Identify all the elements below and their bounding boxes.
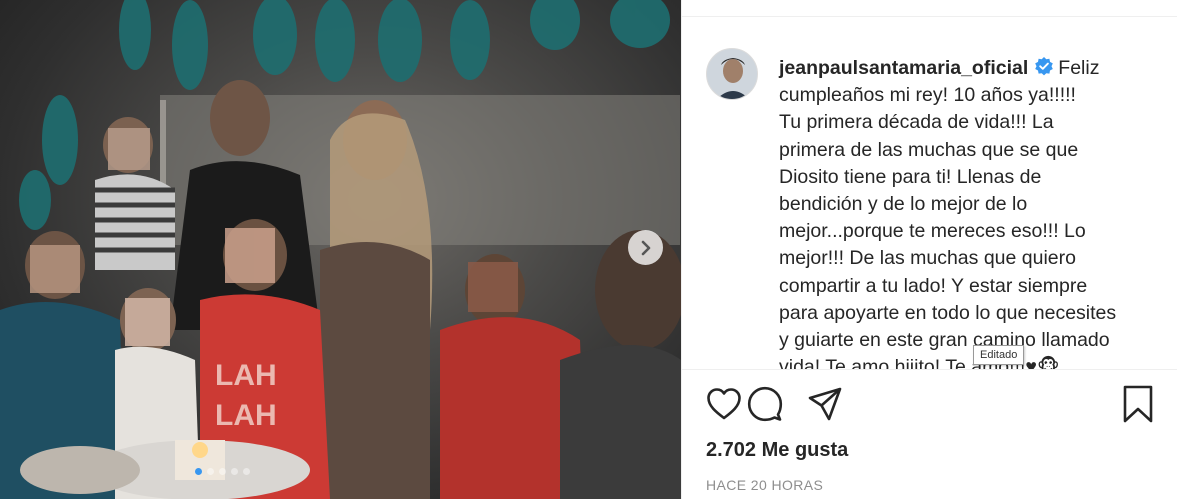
caption-line: y guiarte en este gran camino llamado [779, 329, 1110, 352]
post-actions [704, 384, 1156, 424]
save-button[interactable] [1118, 384, 1158, 424]
caption-line: mejor!!! De las muchas que quiero [779, 247, 1076, 270]
carousel-dot [231, 468, 238, 475]
caption-line: Tu primera década de vida!!! La [779, 111, 1054, 134]
next-slide-button[interactable] [628, 230, 663, 265]
verified-badge-icon [1035, 57, 1054, 76]
carousel-dot [219, 468, 226, 475]
comment-button[interactable] [745, 384, 785, 424]
party-photo-illustration: LAH LAH [0, 0, 681, 499]
carousel-indicator [195, 468, 250, 475]
carousel-dot [243, 468, 250, 475]
post-timestamp[interactable]: HACE 20 HORAS [706, 477, 823, 493]
caption-scroll-area[interactable]: jeanpaulsantamaria_oficial Feliz cumpleañ… [682, 17, 1177, 369]
share-button[interactable] [805, 384, 845, 424]
like-button[interactable] [704, 384, 744, 424]
paper-plane-icon [808, 387, 842, 421]
bookmark-icon [1123, 385, 1153, 423]
post-caption: jeanpaulsantamaria_oficial Feliz cumpleañ… [779, 55, 1151, 369]
svg-text:LAH: LAH [215, 399, 277, 432]
profile-photo [707, 49, 757, 99]
svg-text:LAH: LAH [215, 359, 277, 392]
edited-tooltip: Editado [973, 345, 1025, 365]
likes-count[interactable]: 2.702 Me gusta [706, 439, 848, 462]
heart-icon [707, 388, 741, 420]
caption-line: primera de las muchas que se que [779, 138, 1079, 161]
chevron-right-icon [641, 240, 650, 255]
caption-line: cumpleaños mi rey! 10 años ya!!!!! [779, 84, 1076, 107]
caption-line: bendición y de lo mejor de lo [779, 193, 1028, 216]
caption-line: mejor...porque te mereces eso!!! Lo [779, 220, 1086, 243]
caption-line: Diosito tiene para ti! Llenas de [779, 165, 1042, 188]
caption-line: compartir a tu lado! Y estar siempre [779, 274, 1088, 297]
username-link[interactable]: jeanpaulsantamaria_oficial [779, 57, 1028, 79]
caption-line: para apoyarte en todo lo que necesites [779, 301, 1117, 324]
avatar[interactable] [706, 48, 758, 100]
post-detail-panel: jeanpaulsantamaria_oficial Feliz cumpleañ… [681, 0, 1177, 499]
post-photo: LAH LAH [0, 0, 681, 499]
divider [682, 369, 1177, 370]
carousel-dot [207, 468, 214, 475]
comment-icon [747, 386, 783, 422]
caption-line: Feliz [1058, 57, 1100, 79]
carousel-dot [195, 468, 202, 475]
